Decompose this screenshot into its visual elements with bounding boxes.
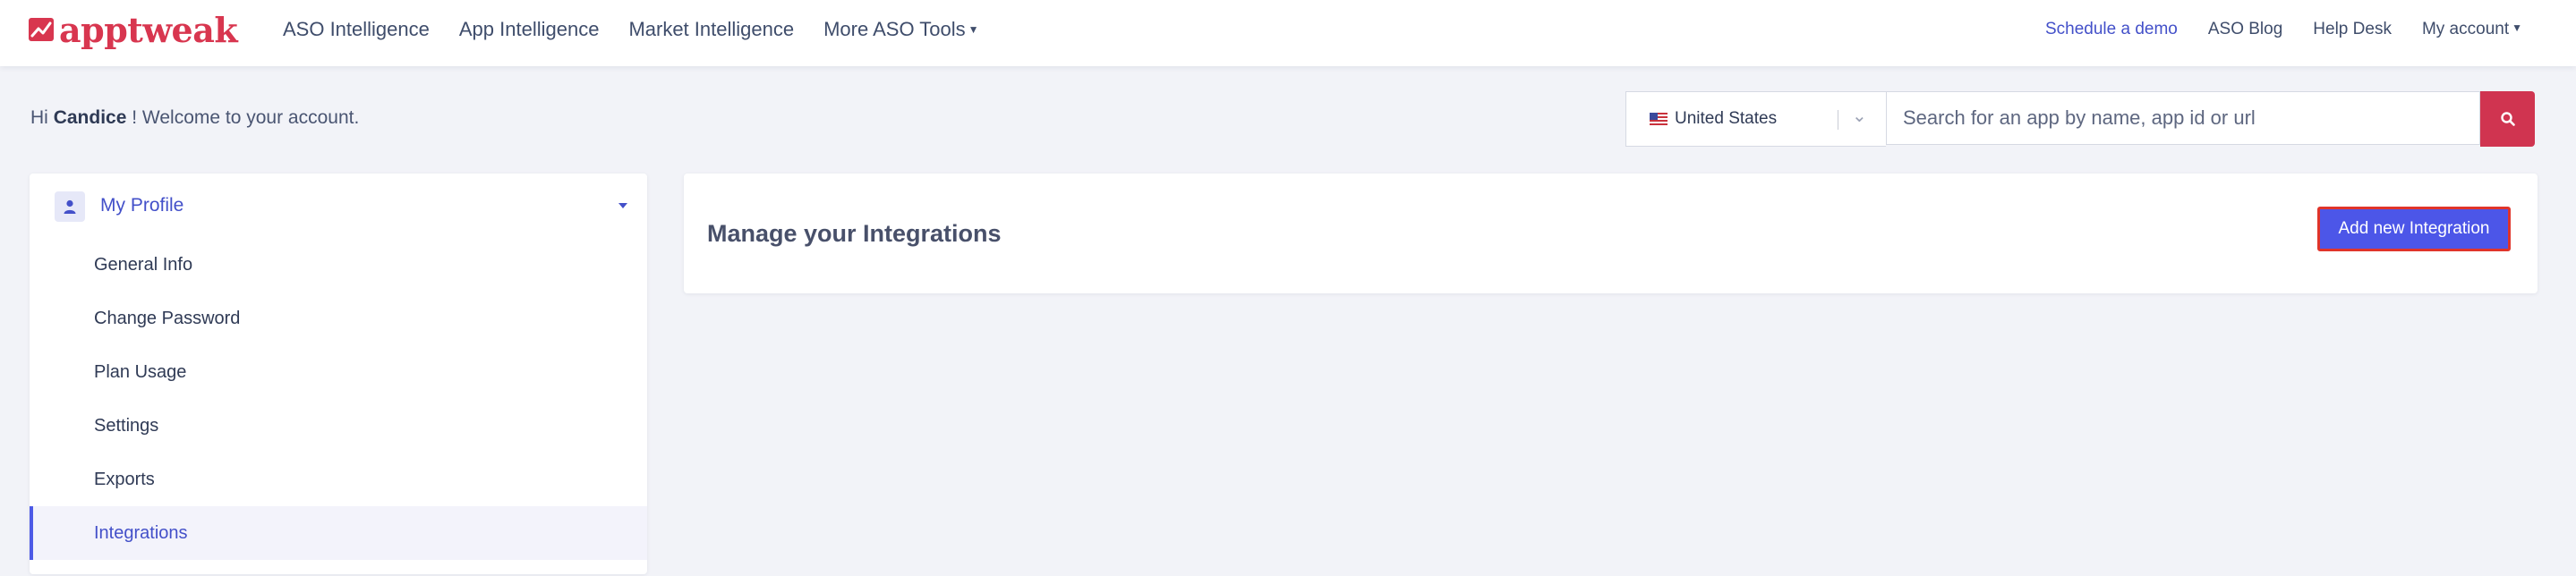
us-flag-icon: [1650, 113, 1668, 125]
country-select-value: United States: [1675, 109, 1778, 128]
profile-menu: General Info Change Password Plan Usage …: [30, 238, 647, 560]
sidebar-item-change-password[interactable]: Change Password: [30, 292, 647, 345]
nav-schedule-demo[interactable]: Schedule a demo: [2045, 20, 2178, 39]
nav-aso-blog[interactable]: ASO Blog: [2208, 20, 2282, 39]
nav-my-account[interactable]: My account ▼: [2422, 20, 2522, 39]
app-search-bar: United States ⌄: [1625, 91, 2538, 147]
nav-more-aso-tools-label: More ASO Tools: [823, 18, 966, 40]
sidebar-item-settings[interactable]: Settings: [30, 399, 647, 453]
user-name: Candice: [53, 107, 127, 128]
primary-nav: ASO Intelligence App Intelligence Market…: [283, 0, 1009, 59]
sidebar-item-label: Settings: [94, 415, 159, 436]
user-icon: [55, 191, 85, 222]
nav-market-intelligence[interactable]: Market Intelligence: [628, 18, 794, 41]
my-profile-header[interactable]: My Profile: [30, 174, 647, 238]
sidebar-item-label: General Info: [94, 254, 193, 275]
greeting-suffix: ! Welcome to your account.: [132, 107, 360, 128]
search-input[interactable]: [1886, 91, 2480, 145]
integrations-card: Manage your Integrations Add new Integra…: [684, 174, 2538, 293]
profile-sidebar: My Profile General Info Change Password …: [30, 174, 647, 574]
sidebar-item-integrations[interactable]: Integrations: [30, 506, 647, 560]
chart-trend-icon: [29, 18, 54, 41]
sidebar-item-general-info[interactable]: General Info: [30, 238, 647, 292]
nav-my-account-label: My account: [2421, 20, 2510, 38]
top-navigation-bar: apptweak ASO Intelligence App Intelligen…: [0, 0, 2576, 66]
caret-down-icon: ▼: [968, 23, 979, 36]
secondary-nav: Schedule a demo ASO Blog Help Desk My ac…: [2015, 0, 2522, 59]
add-integration-button[interactable]: Add new Integration: [2317, 207, 2511, 251]
caret-down-icon: ▼: [2512, 21, 2522, 34]
chevron-down-icon: ⌄: [1852, 106, 1867, 126]
search-icon: [2500, 112, 2515, 126]
sidebar-item-plan-usage[interactable]: Plan Usage: [30, 345, 647, 399]
sidebar-item-exports[interactable]: Exports: [30, 453, 647, 506]
search-button[interactable]: [2480, 91, 2535, 147]
page-title: Manage your Integrations: [707, 220, 1002, 247]
welcome-message: Hi Candice ! Welcome to your account.: [30, 107, 359, 129]
nav-aso-intelligence[interactable]: ASO Intelligence: [283, 18, 430, 41]
nav-app-intelligence[interactable]: App Intelligence: [459, 18, 600, 41]
brand-name: apptweak: [59, 9, 238, 50]
sidebar-item-label: Change Password: [94, 308, 241, 328]
sidebar-item-label: Plan Usage: [94, 361, 187, 382]
sidebar-item-label: Exports: [94, 469, 155, 489]
greeting-prefix: Hi: [30, 107, 48, 128]
nav-more-aso-tools[interactable]: More ASO Tools ▼: [823, 18, 978, 41]
my-profile-label: My Profile: [100, 195, 184, 216]
country-select[interactable]: United States ⌄: [1625, 91, 1886, 147]
nav-help-desk[interactable]: Help Desk: [2313, 20, 2392, 39]
caret-down-icon: [618, 203, 627, 208]
apptweak-logo[interactable]: apptweak: [29, 7, 238, 52]
sidebar-item-label: Integrations: [94, 522, 188, 543]
